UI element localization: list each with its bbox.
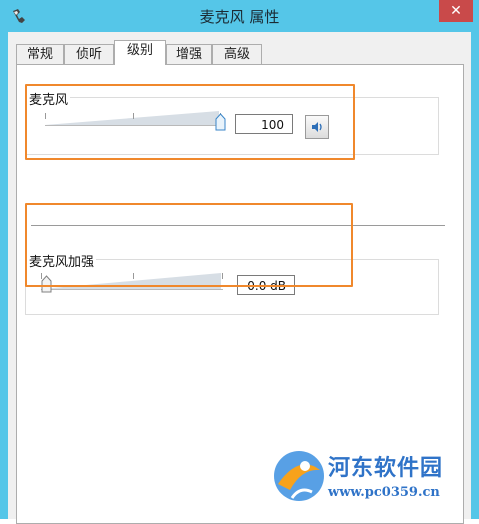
tab-enhancements[interactable]: 增强 [166, 44, 212, 64]
properties-window: 麦克风 属性 ✕ 常规 侦听 级别 增强 高级 麦克风 100 麦克风加强 0.… [0, 0, 479, 524]
title-bar[interactable]: 麦克风 属性 ✕ [0, 0, 479, 32]
tab-listen[interactable]: 侦听 [64, 44, 114, 64]
watermark-logo-icon [274, 451, 324, 501]
tab-advanced[interactable]: 高级 [212, 44, 262, 64]
boost-highlight-box [25, 203, 353, 287]
window-title: 麦克风 属性 [199, 8, 280, 26]
watermark: 河东软件园 www.pc0359.cn [268, 440, 478, 510]
boost-slider-baseline [41, 289, 223, 290]
watermark-url: www.pc0359.cn [328, 485, 440, 500]
watermark-title: 河东软件园 [328, 455, 444, 481]
tab-levels[interactable]: 级别 [114, 40, 166, 65]
tab-general[interactable]: 常规 [16, 44, 64, 64]
microphone-highlight-box [25, 84, 355, 160]
close-button[interactable]: ✕ [439, 0, 473, 22]
